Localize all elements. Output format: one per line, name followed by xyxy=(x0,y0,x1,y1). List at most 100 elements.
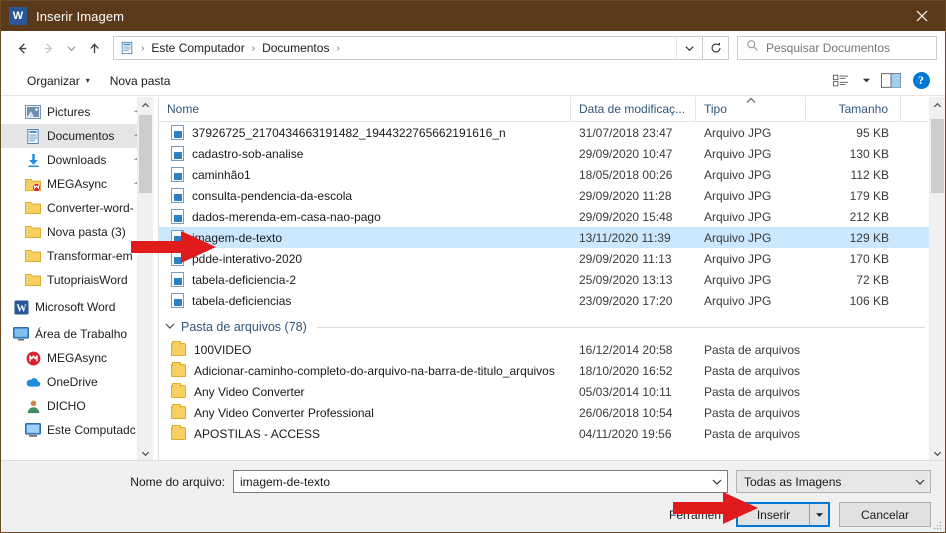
table-row[interactable]: cadastro-sob-analise 29/09/2020 10:47 Arqu… xyxy=(159,143,945,164)
sidebar-item-converter-word[interactable]: Converter-word- xyxy=(1,196,153,220)
sidebar-item-transformar-em[interactable]: Transformar-em xyxy=(1,244,153,268)
cancel-button[interactable]: Cancelar xyxy=(839,502,931,527)
table-row[interactable]: dados-merenda-em-casa-nao-pago 29/09/2020… xyxy=(159,206,945,227)
view-dropdown-icon[interactable] xyxy=(857,70,875,92)
sidebar-item-onedrive[interactable]: OneDrive xyxy=(1,370,153,394)
cell-nome: cadastro-sob-analise xyxy=(159,143,571,164)
sidebar-item-nova-pasta-3[interactable]: Nova pasta (3) xyxy=(1,220,153,244)
file-scroll-thumb[interactable] xyxy=(931,119,944,193)
breadcrumb-dropdown-icon[interactable] xyxy=(676,37,702,59)
sidebar-item-downloads[interactable]: Downloads xyxy=(1,148,153,172)
table-row[interactable]: tabela-deficiencia-2 25/09/2020 13:13 Arqu… xyxy=(159,269,945,290)
file-name-label: cadastro-sob-analise xyxy=(192,146,304,161)
table-row[interactable]: 100VIDEO 16/12/2014 20:58 Pasta de arquivo… xyxy=(159,339,945,360)
table-row[interactable]: Any Video Converter 05/03/2014 10:11 Pasta… xyxy=(159,381,945,402)
file-name-label: pdde-interativo-2020 xyxy=(192,251,303,266)
documents-icon xyxy=(119,40,135,56)
cell-tipo: Arquivo JPG xyxy=(704,188,772,203)
organize-button[interactable]: Organizar ▾ xyxy=(17,70,100,92)
jpg-file-icon xyxy=(171,167,184,182)
new-folder-button[interactable]: Nova pasta xyxy=(100,70,181,92)
insert-button-label[interactable]: Inserir xyxy=(738,504,810,525)
cell-data: 04/11/2020 19:56 xyxy=(579,426,672,441)
chevron-down-icon[interactable] xyxy=(165,322,175,332)
sidebar-item-dicho[interactable]: DICHO xyxy=(1,394,153,418)
scroll-down-icon[interactable] xyxy=(138,445,153,461)
cell-data: 18/10/2020 16:52 xyxy=(579,363,673,378)
refresh-icon[interactable] xyxy=(703,36,729,60)
cell-tipo: Arquivo JPG xyxy=(704,293,772,308)
breadcrumb-item-0[interactable]: Este Computador xyxy=(148,41,247,55)
folder-icon xyxy=(25,200,41,216)
sidebar-item-rea-de-trabalho[interactable]: Área de Trabalho xyxy=(1,322,153,346)
cell-tipo: Arquivo JPG xyxy=(704,272,772,287)
table-row[interactable]: APOSTILAS - ACCESS 04/11/2020 19:56 Pasta … xyxy=(159,423,945,444)
file-type-select[interactable]: Todas as Imagens xyxy=(736,470,931,493)
cell-data: 26/06/2018 10:54 xyxy=(579,405,673,420)
table-row[interactable]: tabela-deficiencias 23/09/2020 17:20 Arqui… xyxy=(159,290,945,311)
cell-tamanho: 130 KB xyxy=(849,146,889,161)
preview-pane-icon[interactable] xyxy=(877,70,905,92)
window-title: Inserir Imagem xyxy=(36,8,125,24)
table-row[interactable]: caminhão1 18/05/2018 00:26 Arquivo JPG 112 … xyxy=(159,164,945,185)
nav-scroll-thumb[interactable] xyxy=(139,115,152,193)
chevron-down-icon[interactable] xyxy=(61,35,81,61)
sidebar-item-label: Este Computadc xyxy=(47,423,136,437)
jpg-file-icon xyxy=(171,188,184,203)
file-name-label: tabela-deficiencias xyxy=(192,293,292,308)
folder-icon xyxy=(25,248,41,264)
scroll-up-icon[interactable] xyxy=(930,97,945,113)
back-arrow-icon[interactable] xyxy=(9,35,35,61)
table-row[interactable]: pdde-interativo-2020 29/09/2020 11:13 Arqu… xyxy=(159,248,945,269)
resize-grip[interactable] xyxy=(932,520,942,530)
filename-value: imagem-de-texto xyxy=(240,474,331,489)
new-folder-label: Nova pasta xyxy=(109,73,171,88)
tools-button[interactable]: Ferramen xyxy=(669,508,721,522)
insert-image-dialog: W Inserir Imagem › Este Computador › Doc… xyxy=(0,0,946,533)
cancel-button-label: Cancelar xyxy=(860,507,910,522)
table-row[interactable]: Any Video Converter Professional 26/06/20… xyxy=(159,402,945,423)
view-layout-icon[interactable] xyxy=(827,70,855,92)
insert-dropdown-icon[interactable] xyxy=(810,504,828,525)
jpg-file-icon xyxy=(171,146,184,161)
sidebar-item-megasync[interactable]: MEGAsync xyxy=(1,346,153,370)
breadcrumb-item-1[interactable]: Documentos xyxy=(259,41,332,55)
sidebar-item-pictures[interactable]: Pictures xyxy=(1,100,153,124)
table-row[interactable]: consulta-pendencia-da-escola 29/09/2020 1… xyxy=(159,185,945,206)
cell-nome: 37926725_2170434663191482_19443227656621… xyxy=(159,122,571,143)
sidebar-item-megasync[interactable]: MEGAsync xyxy=(1,172,153,196)
search-input[interactable]: Pesquisar Documentos xyxy=(737,36,937,60)
column-header-tamanho[interactable]: Tamanho xyxy=(806,97,901,122)
sidebar-item-tutopriaisword[interactable]: TutopriaisWord xyxy=(1,268,153,292)
sidebar-item-microsoft-word[interactable]: W Microsoft Word xyxy=(1,295,153,319)
chevron-down-icon[interactable] xyxy=(707,478,727,486)
column-header-tipo[interactable]: Tipo xyxy=(696,97,806,122)
scroll-up-icon[interactable] xyxy=(138,97,153,113)
breadcrumb-separator-0: › xyxy=(141,42,145,54)
sidebar-item-este-computadc[interactable]: Este Computadc xyxy=(1,418,153,442)
sidebar-item-label: OneDrive xyxy=(47,375,98,389)
breadcrumb-bar[interactable]: › Este Computador › Documentos › xyxy=(113,36,703,60)
jpg-file-icon xyxy=(171,251,184,266)
file-name-label: caminhão1 xyxy=(192,167,251,182)
column-header-data[interactable]: Data de modificaç... xyxy=(571,97,696,122)
column-header-nome[interactable]: Nome xyxy=(159,97,571,122)
file-name-label: Any Video Converter Professional xyxy=(194,405,374,420)
cell-tipo: Pasta de arquivos xyxy=(704,384,801,399)
file-name-label: 37926725_2170434663191482_19443227656621… xyxy=(192,125,506,140)
scroll-down-icon[interactable] xyxy=(930,445,945,461)
up-arrow-icon[interactable] xyxy=(81,35,107,61)
close-icon[interactable] xyxy=(899,1,945,31)
table-row[interactable]: Adicionar-caminho-completo-do-arquivo-na… xyxy=(159,360,945,381)
file-list-pane: Nome Data de modificaç... Tipo Tamanho 3… xyxy=(158,97,945,461)
insert-button[interactable]: Inserir xyxy=(736,502,830,527)
chevron-down-icon[interactable] xyxy=(910,478,930,486)
table-row[interactable]: imagem-de-texto 13/11/2020 11:39 Arquivo J… xyxy=(159,227,945,248)
nav-pane-scrollbar[interactable] xyxy=(137,97,153,461)
table-row[interactable]: 37926725_2170434663191482_19443227656621… xyxy=(159,122,945,143)
help-icon[interactable]: ? xyxy=(907,70,935,92)
sidebar-item-documentos[interactable]: Documentos xyxy=(1,124,153,148)
file-list-scrollbar[interactable] xyxy=(929,97,945,461)
group-header-pasta-de-arquivos[interactable]: Pasta de arquivos (78) xyxy=(159,315,945,339)
filename-input[interactable]: imagem-de-texto xyxy=(233,470,728,493)
